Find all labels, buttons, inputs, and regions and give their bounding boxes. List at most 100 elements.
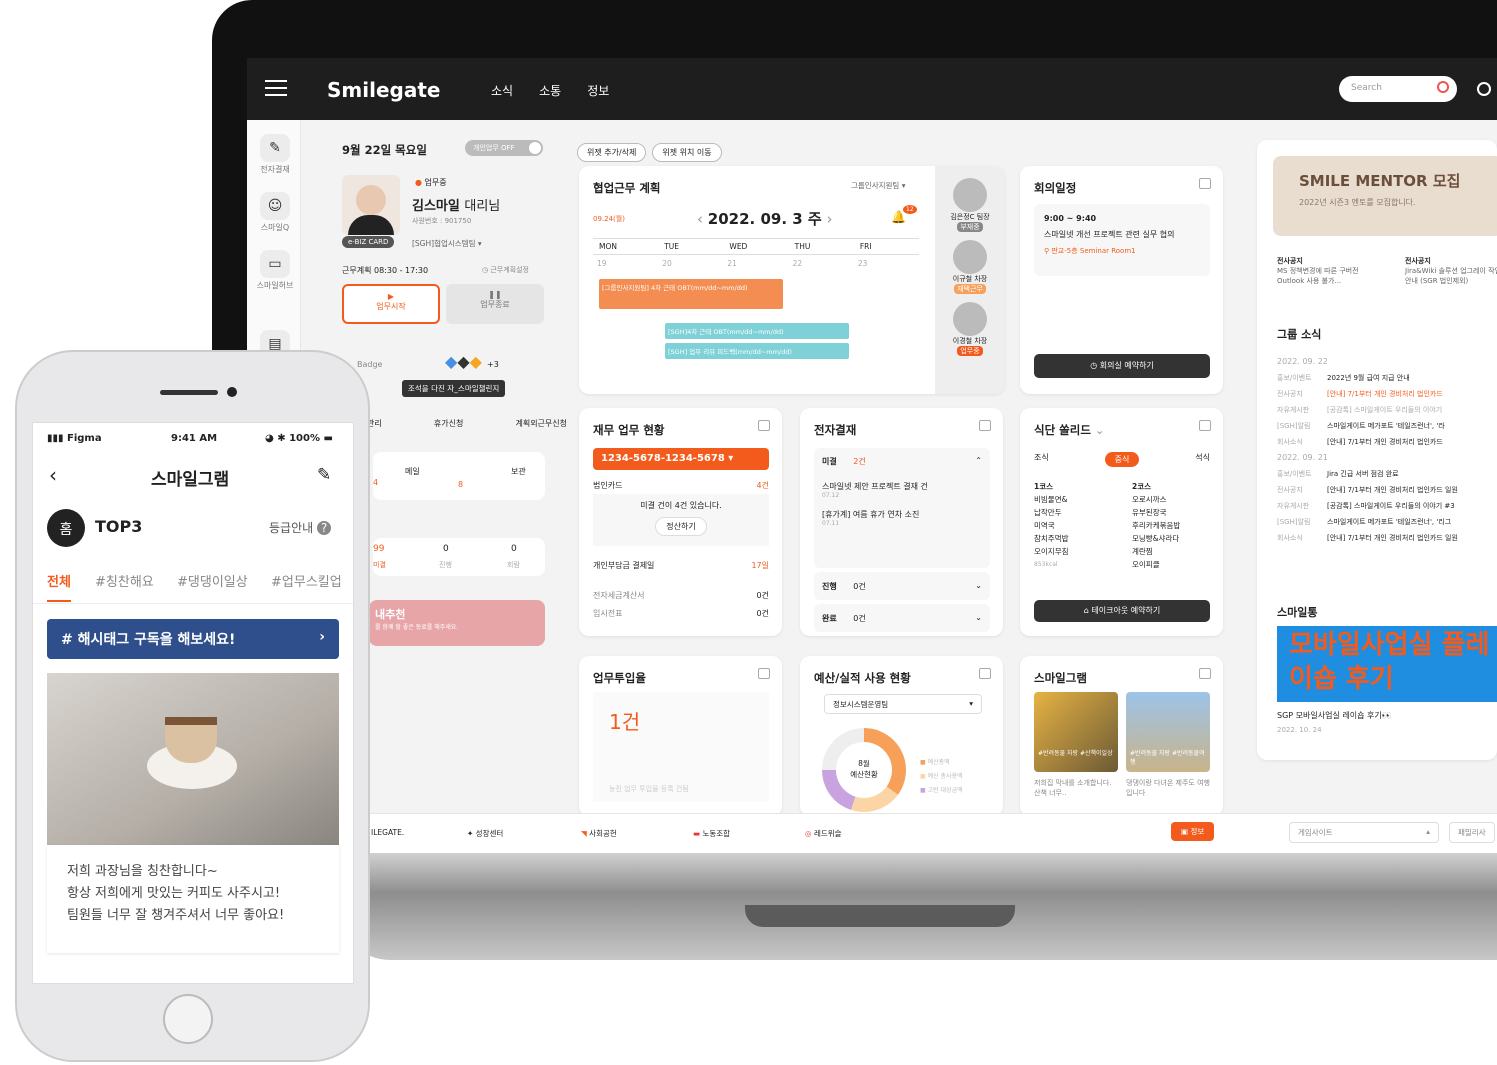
footer-link[interactable]: ◎ 레드위슬 xyxy=(805,828,842,839)
nav-news[interactable]: 소식 xyxy=(491,84,513,98)
footer-link[interactable]: ILEGATE. xyxy=(371,828,404,837)
menu-card: 식단 쏠리드 ⌄ 조식 중식 석식 1코스 비빔물면& 납작만두 미역국 참치주먹밥 오이지무… xyxy=(1020,408,1223,636)
family-site-select[interactable]: 패밀리사 xyxy=(1449,822,1495,843)
globe-icon[interactable] xyxy=(1477,82,1491,96)
badge-icons[interactable]: ◆◆◆ +3 xyxy=(445,352,499,371)
plan-setting-link[interactable]: ◷ 근무계획설정 xyxy=(482,265,529,275)
calendar-event[interactable]: [SGH]4차 근태 OBT(mm/dd~mm/dd) xyxy=(665,323,849,339)
copy-icon[interactable] xyxy=(979,420,991,431)
calendar-event[interactable]: [SGH] 업무 리뷰 피드백(mm/dd~mm/dd) xyxy=(665,343,849,359)
grade-info-link[interactable]: 등급안내 ? xyxy=(269,519,332,536)
cowork-filter[interactable]: 그룹인사지원팀 ▾ xyxy=(851,180,905,191)
tab-praise[interactable]: #칭찬해요 xyxy=(95,571,154,590)
card-number-select[interactable]: 1234-5678-1234-5678 ▾ xyxy=(593,448,769,470)
post-image[interactable] xyxy=(47,673,339,845)
news-item[interactable]: 회사소식 [안내] 7/1부터 개인 경비처리 법인카드 xyxy=(1277,434,1497,450)
footer-link[interactable]: ◥ 사회공헌 xyxy=(581,828,617,839)
badge-tooltip: 조석을 다진 자_스마일챌린지 xyxy=(402,380,506,397)
department[interactable]: [SGH]협업시스템팀 ▾ xyxy=(412,238,482,249)
brand-logo[interactable]: Smilegate xyxy=(327,78,440,102)
news-item[interactable]: 회사소식 [안내] 7/1부터 개인 경비처리 법인카드 일원 xyxy=(1277,530,1497,546)
sidebar-smileq[interactable]: ☺ 스마일Q xyxy=(255,192,295,233)
home-avatar[interactable]: 홈 xyxy=(47,509,85,547)
search-input[interactable]: Search xyxy=(1339,76,1457,102)
work-start-button[interactable]: ▶ 업무시작 xyxy=(342,284,440,324)
copy-icon[interactable] xyxy=(758,420,770,431)
battery: ◕ ✱ 100% ▬ xyxy=(265,433,333,444)
banner-title[interactable]: SGP 모바일사업실 레이숍 후기👀 xyxy=(1277,710,1392,721)
work-end-button[interactable]: ❚❚ 업무종료 xyxy=(446,284,544,324)
news-item[interactable]: 홍보/이벤트 Jira 긴급 서버 점검 완료 xyxy=(1277,466,1497,482)
sidebar-approval[interactable]: ✎ 전자결재 xyxy=(255,134,295,175)
notice-item[interactable]: 전사공지 MS 정책변경에 따른 구버전 Outlook 사용 불가... xyxy=(1277,256,1377,286)
news-item[interactable]: [SGH]알림 스마일게이트 메가포트 '테일즈런너', '라 xyxy=(1277,418,1497,434)
copy-icon[interactable] xyxy=(1199,668,1211,679)
mentor-banner[interactable]: SMILE MENTOR 모집 2022년 시즌3 멘토를 모집합니다. xyxy=(1273,156,1497,236)
move-widget-chip[interactable]: 위젯 위치 이동 xyxy=(652,143,722,162)
approval-card: 전자결재 미결 2건 ⌃ 스마일넷 제안 프로젝트 결재 건 07.12 [휴가계]… xyxy=(800,408,1003,636)
nav-comm[interactable]: 소통 xyxy=(539,84,561,98)
meeting-item[interactable]: 9:00 ~ 9:40 스마일넷 개선 프로젝트 관련 실무 협의 ⚲ 판교-5층 … xyxy=(1034,204,1210,276)
settle-button[interactable]: 정산하기 xyxy=(655,517,707,536)
edit-icon[interactable]: ✎ xyxy=(317,465,331,485)
game-site-select[interactable]: 게임사이트 ▴ xyxy=(1289,822,1439,843)
news-item[interactable]: 홍보/이벤트 2022년 9월 급여 지급 안내 xyxy=(1277,370,1497,386)
hashtag-subscribe-banner[interactable]: # 해시태그 구독을 해보세요! › xyxy=(47,619,339,659)
recommend-banner[interactable]: 내추천 를 함께 할 좋은 동료를 해주세요. xyxy=(369,600,545,646)
copy-icon[interactable] xyxy=(1199,178,1211,189)
nav-info[interactable]: 정보 xyxy=(587,84,609,98)
bell-icon[interactable]: 🔔 12 xyxy=(891,205,917,224)
menu-title[interactable]: 식단 쏠리드 ⌄ xyxy=(1034,422,1105,438)
takeout-button[interactable]: ⌂ 테이크아웃 예약하기 xyxy=(1034,600,1210,622)
tab-all[interactable]: 전체 xyxy=(47,571,71,602)
copy-icon[interactable] xyxy=(979,668,991,679)
tab-dinner[interactable]: 석식 xyxy=(1195,452,1210,467)
smiledong-banner[interactable]: 모바일사업실 플레이숍 후기 xyxy=(1277,626,1497,702)
news-item[interactable]: 자유게시판 [공감톡] 스마일게이트 우리들의 이야기 #3 xyxy=(1277,498,1497,514)
work-plan: 근무계획 08:30 - 17:30 xyxy=(342,266,429,275)
progress-group[interactable]: 진행 0건 ⌄ xyxy=(814,572,990,600)
team-member[interactable]: 이경철 차장 업무중 xyxy=(935,302,1005,356)
tab-breakfast[interactable]: 조식 xyxy=(1034,452,1049,467)
copy-icon[interactable] xyxy=(1199,420,1211,431)
phone-home-button[interactable] xyxy=(163,994,213,1044)
tab-dog[interactable]: #댕댕이일상 xyxy=(177,571,248,590)
post-text: 저희 과장님을 칭찬합니다~ 항상 저희에게 맛있는 커피도 사주시고! 팀원들… xyxy=(47,845,339,953)
play-icon: ▶ xyxy=(387,292,395,301)
team-member[interactable]: 김은정C 팀장 부재중 xyxy=(935,178,1005,232)
news-item[interactable]: [SGH]알림 스마일게이트 메가포트 '테일즈런너', '리그 xyxy=(1277,514,1497,530)
done-group[interactable]: 완료 0건 ⌄ xyxy=(814,604,990,632)
footer-link[interactable]: ✦ 성장센터 xyxy=(467,828,503,839)
search-icon[interactable] xyxy=(1437,81,1449,93)
biz-card-button[interactable]: e-BIZ CARD xyxy=(342,236,395,248)
menu-icon[interactable] xyxy=(265,80,287,96)
copy-icon[interactable] xyxy=(758,668,770,679)
footer-link[interactable]: ▬ 노동조합 xyxy=(693,828,730,839)
approval-item[interactable]: 스마일넷 제안 프로젝트 결재 건 xyxy=(822,481,982,492)
budget-select[interactable]: 정보시스템운영팀 ▾ xyxy=(824,694,982,714)
calendar-event[interactable]: [그룹인사지원팀] 4차 근태 OBT(mm/dd~mm/dd) xyxy=(599,279,783,309)
link-overtime[interactable]: 계획외근무신청 xyxy=(515,418,567,429)
sidebar-hub[interactable]: ▭ 스마일허브 xyxy=(255,250,295,291)
news-item[interactable]: 전사공지 [안내] 7/1부터 개인 경비처리 법인카드 xyxy=(1277,386,1497,402)
notice-item[interactable]: 전사공지 Jira&Wiki 솔루션 업그레이 작업 안내 (SGR 법인제외) xyxy=(1405,256,1497,286)
budget-title: 예산/실적 사용 현황 xyxy=(814,671,911,685)
smilegram-post[interactable]: #반려동물 자랑 #산책이일상 xyxy=(1034,692,1118,772)
link-vacation[interactable]: 휴가신청 xyxy=(434,418,463,429)
approval-item[interactable]: [휴가계] 여름 휴가 연차 소진 xyxy=(822,509,982,520)
news-item[interactable]: 전사공지 [안내] 7/1부터 개인 경비처리 법인카드 일원 xyxy=(1277,482,1497,498)
smilegram-post[interactable]: #반려동물 자랑 #반려동물여행 xyxy=(1126,692,1210,772)
add-widget-chip[interactable]: 위젯 추가/삭제 xyxy=(577,143,647,162)
news-item[interactable]: 자유게시판 [공감톡] 스마일게이트 우리들의 이야기 xyxy=(1277,402,1497,418)
pending-group[interactable]: 미결 2건 ⌃ 스마일넷 제안 프로젝트 결재 건 07.12 [휴가계] 여름 휴… xyxy=(814,448,990,568)
tab-skill[interactable]: #업무스킬업 xyxy=(271,571,342,590)
personal-toggle[interactable]: 개인업무 OFF xyxy=(465,140,543,156)
mail-box[interactable]: 메일 4 8 보관 xyxy=(373,452,545,500)
info-button[interactable]: ▣ 정보 xyxy=(1171,822,1215,841)
back-icon[interactable]: ‹ xyxy=(49,463,57,487)
right-panel: SMILE MENTOR 모집 2022년 시즌3 멘토를 모집합니다. 전사공지… xyxy=(1257,140,1497,760)
tab-lunch[interactable]: 중식 xyxy=(1104,452,1140,467)
room-reserve-button[interactable]: ◷ 회의실 예약하기 xyxy=(1034,354,1210,378)
footer-bar: ILEGATE. ✦ 성장센터 ◥ 사회공헌 ▬ 노동조합 ◎ 레드위슬 ▣ 정… xyxy=(301,813,1497,853)
team-member[interactable]: 이규철 차장 재택근무 xyxy=(935,240,1005,294)
